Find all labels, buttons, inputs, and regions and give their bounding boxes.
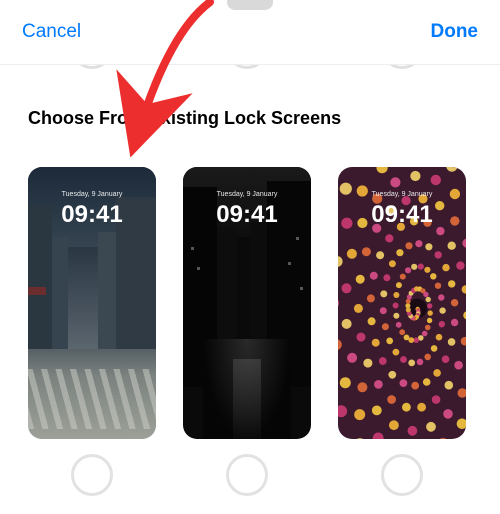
lockscreen-date: Tuesday, 9 January <box>183 191 311 198</box>
lockscreen-time: 09:41 <box>183 201 311 229</box>
lockscreen-option-1[interactable]: Tuesday, 9 January 09:41 <box>28 167 156 439</box>
lockscreen-option-3[interactable]: Tuesday, 9 January 09:41 <box>338 167 466 439</box>
radio-option-1[interactable] <box>71 454 113 496</box>
selection-radio-row <box>28 454 495 496</box>
radio-option-2[interactable] <box>226 454 268 496</box>
done-button[interactable]: Done <box>431 21 479 43</box>
lockscreen-date: Tuesday, 9 January <box>28 191 156 198</box>
section-title: Choose From Existing Lock Screens <box>28 108 341 129</box>
radio-option-3[interactable] <box>381 454 423 496</box>
cancel-button[interactable]: Cancel <box>22 21 81 43</box>
lockscreen-time: 09:41 <box>338 201 466 229</box>
lockscreen-option-2[interactable]: Tuesday, 9 January 09:41 <box>183 167 311 439</box>
previous-row-peek <box>0 65 500 81</box>
lockscreen-date: Tuesday, 9 January <box>338 191 466 198</box>
lockscreen-list: Tuesday, 9 January 09:41 Tuesday, 9 Janu… <box>28 167 495 439</box>
lockscreen-time: 09:41 <box>28 201 156 229</box>
device-notch <box>227 0 273 10</box>
